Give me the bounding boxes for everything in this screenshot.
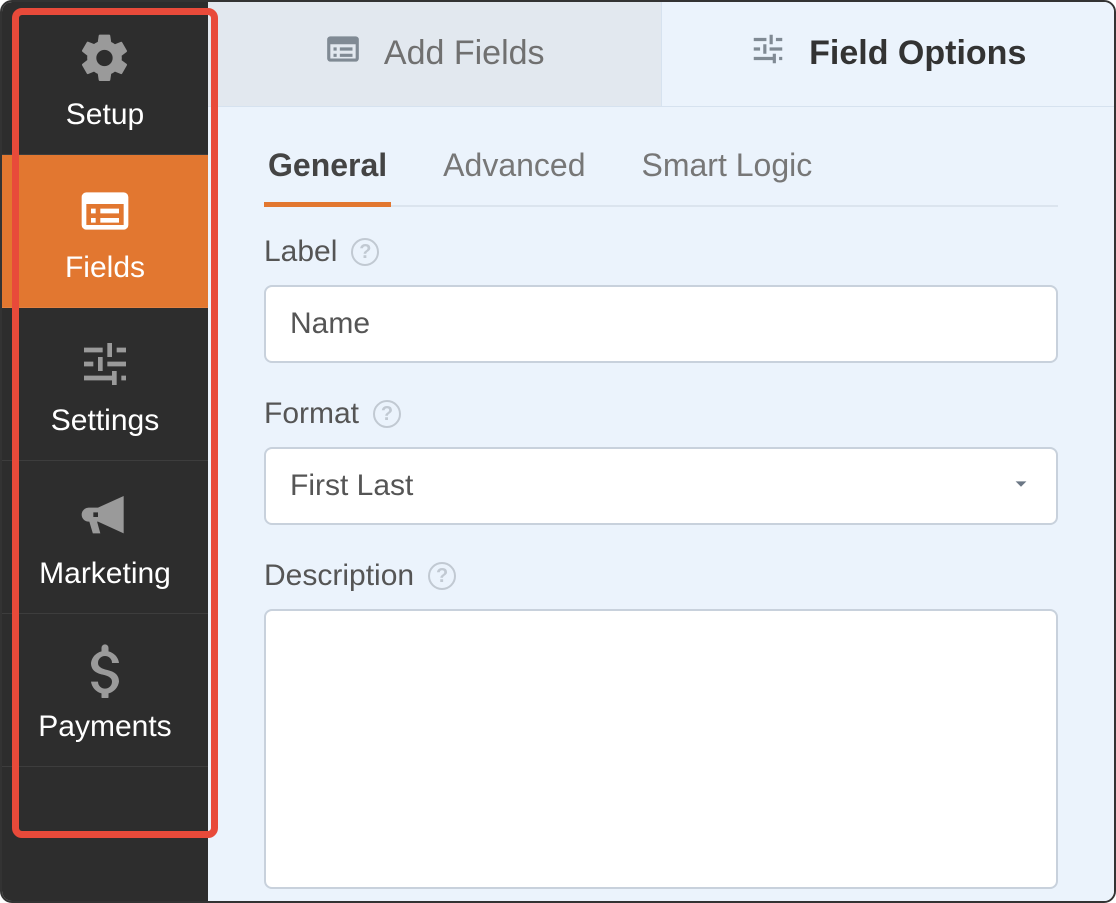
field-title-row: Format ? [264,397,1058,431]
sidebar-item-fields[interactable]: Fields [2,155,208,308]
list-card-icon [77,183,133,239]
field-title-row: Description ? [264,559,1058,593]
sidebar-item-marketing[interactable]: Marketing [2,461,208,614]
format-select-wrap: First Last [264,447,1058,525]
field-title: Description [264,559,414,593]
app-frame: Setup Fields Settings Marketing Payments [0,0,1116,903]
gear-icon [77,30,133,86]
form-icon [324,30,362,77]
form-area: Label ? Format ? First Last [208,225,1114,901]
dollar-icon [77,642,133,698]
bullhorn-icon [77,489,133,545]
field-title-row: Label ? [264,235,1058,269]
sidebar-item-payments[interactable]: Payments [2,614,208,767]
tab-field-options[interactable]: Field Options [662,2,1115,106]
sub-tab-general[interactable]: General [264,133,391,207]
field-group-label: Label ? [264,235,1058,363]
help-icon[interactable]: ? [373,400,401,428]
sidebar: Setup Fields Settings Marketing Payments [2,2,208,901]
sub-tab-smart-logic[interactable]: Smart Logic [638,133,817,207]
field-group-description: Description ? [264,559,1058,894]
sidebar-item-label: Setup [66,100,144,130]
help-icon[interactable]: ? [428,562,456,590]
sub-tabs: General Advanced Smart Logic [264,107,1058,207]
top-tabs: Add Fields Field Options [208,2,1114,107]
sidebar-item-setup[interactable]: Setup [2,2,208,155]
sidebar-item-settings[interactable]: Settings [2,308,208,461]
sidebar-item-label: Payments [38,712,171,742]
tab-add-fields[interactable]: Add Fields [208,2,662,106]
sidebar-item-label: Settings [51,406,159,436]
sidebar-item-label: Fields [65,253,145,283]
tab-label: Add Fields [384,34,545,73]
field-group-format: Format ? First Last [264,397,1058,525]
sliders-icon [77,336,133,392]
description-textarea[interactable] [264,609,1058,889]
field-title: Label [264,235,337,269]
sidebar-item-label: Marketing [39,559,171,589]
field-title: Format [264,397,359,431]
sliders-icon [749,30,787,77]
format-select[interactable]: First Last [264,447,1058,525]
main-panel: Add Fields Field Options General Advance… [208,2,1114,901]
sub-tab-advanced[interactable]: Advanced [439,133,589,207]
help-icon[interactable]: ? [351,238,379,266]
label-input[interactable] [264,285,1058,363]
tab-label: Field Options [809,34,1026,73]
